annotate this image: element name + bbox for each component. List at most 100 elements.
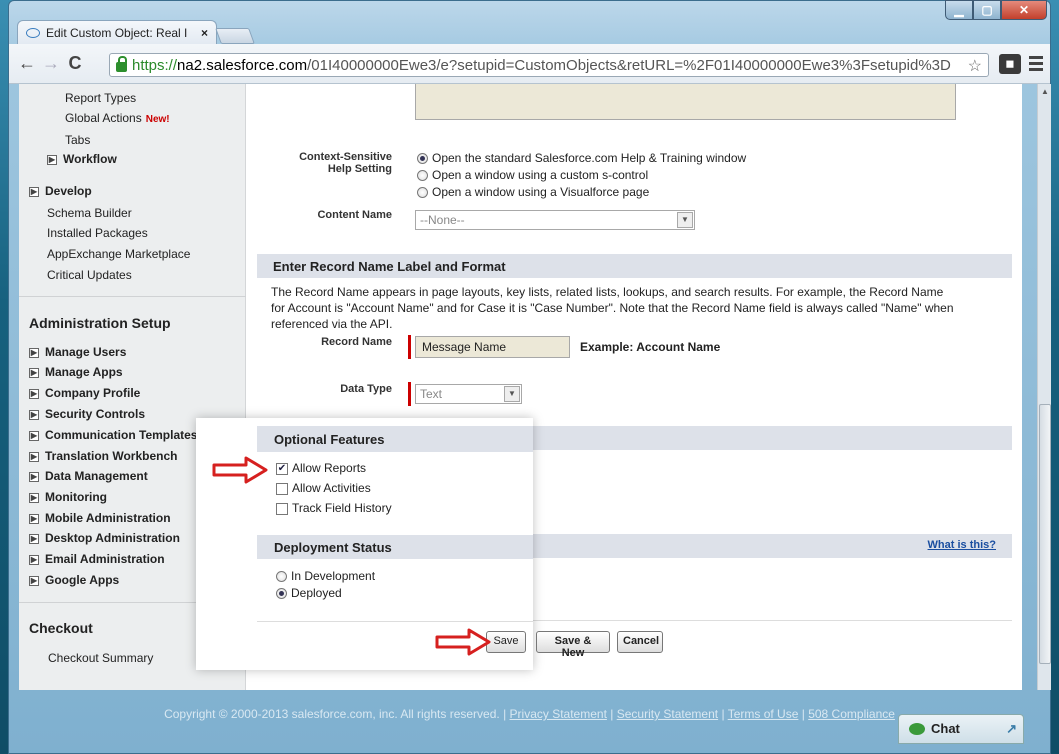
copyright-text: Copyright © 2000-2013 salesforce.com, in… [164, 707, 507, 721]
sidebar-heading-admin: Administration Setup [29, 315, 171, 331]
sidebar-item-report-types[interactable]: Report Types [65, 91, 136, 105]
allow-reports-checkbox[interactable]: ✔ Allow Reports [276, 461, 366, 475]
sidebar-item-manage-users[interactable]: ▶ Manage Users [29, 345, 126, 359]
sidebar-item-label: Desktop Administration [45, 531, 180, 545]
sidebar-item-manage-apps[interactable]: ▶ Manage Apps [29, 365, 123, 379]
expand-icon[interactable]: ▶ [29, 513, 39, 524]
sidebar-item-communication-templates[interactable]: ▶ Communication Templates [29, 428, 197, 442]
record-name-section-header: Enter Record Name Label and Format [257, 254, 1012, 278]
sidebar-item-schema-builder[interactable]: Schema Builder [47, 206, 132, 220]
sidebar-item-email-administration[interactable]: ▶ Email Administration [29, 552, 165, 566]
expand-icon[interactable]: ▶ [29, 533, 39, 544]
help-option-scontrol[interactable]: Open a window using a custom s-control [417, 168, 648, 182]
description-textarea[interactable] [415, 84, 956, 120]
chat-bubble-icon [909, 723, 925, 735]
sidebar-item-label: Report Types [65, 91, 137, 105]
allow-activities-checkbox[interactable]: Allow Activities [276, 481, 371, 495]
checkbox-icon[interactable] [276, 502, 288, 515]
sidebar-item-label: Manage Apps [45, 365, 123, 379]
back-icon[interactable]: ← [15, 53, 39, 74]
radio-icon[interactable] [276, 588, 287, 600]
track-field-history-checkbox[interactable]: Track Field History [276, 501, 392, 515]
tab-close-icon[interactable]: × [201, 26, 208, 40]
window-controls: ▁ ▢ ✕ [945, 0, 1047, 20]
expand-icon[interactable]: ▶ [29, 451, 39, 462]
sidebar-item-installed-packages[interactable]: Installed Packages [47, 226, 148, 240]
sidebar-item-develop[interactable]: ▶ Develop [29, 184, 92, 198]
content-name-select[interactable]: --None-- ▼ [415, 210, 695, 230]
radio-icon[interactable] [276, 571, 287, 583]
sidebar-item-translation-workbench[interactable]: ▶ Translation Workbench [29, 449, 177, 463]
close-window-icon[interactable]: ✕ [1001, 0, 1047, 20]
expand-icon[interactable]: ▶ [47, 154, 57, 165]
sidebar-item-checkout-summary[interactable]: Checkout Summary [48, 651, 153, 665]
radio-icon[interactable] [417, 187, 428, 199]
help-option-standard[interactable]: Open the standard Salesforce.com Help & … [417, 151, 746, 165]
compliance-link[interactable]: 508 Compliance [808, 707, 895, 721]
radio-label: Open a window using a custom s-control [432, 168, 649, 182]
expand-icon[interactable]: ▶ [29, 492, 39, 503]
help-option-visualforce[interactable]: Open a window using a Visualforce page [417, 185, 649, 199]
checkbox-label: Allow Reports [292, 461, 367, 475]
radio-icon[interactable] [417, 153, 428, 165]
address-bar[interactable]: https://na2.salesforce.com/01I40000000Ew… [109, 53, 989, 77]
sidebar-item-label: Workflow [63, 152, 117, 166]
sidebar-item-tabs[interactable]: Tabs [65, 133, 90, 147]
minimize-icon[interactable]: ▁ [945, 0, 973, 20]
save-button[interactable]: Save [486, 631, 526, 653]
sidebar-item-mobile-administration[interactable]: ▶ Mobile Administration [29, 511, 171, 525]
sidebar-item-critical-updates[interactable]: Critical Updates [47, 268, 132, 282]
radio-icon[interactable] [417, 170, 428, 182]
record-description-line: The Record Name appears in page layouts,… [271, 285, 944, 299]
evernote-extension-icon[interactable]: ◼ [999, 54, 1021, 74]
sidebar-item-workflow[interactable]: ▶ Workflow [47, 152, 117, 166]
sidebar-item-google-apps[interactable]: ▶ Google Apps [29, 573, 119, 587]
sidebar-item-global-actions[interactable]: Global Actions New! [65, 111, 170, 125]
expand-icon[interactable]: ▶ [29, 430, 39, 441]
expand-icon[interactable]: ▶ [29, 409, 39, 420]
reload-icon[interactable]: C [63, 53, 87, 74]
privacy-statement-link[interactable]: Privacy Statement [510, 707, 607, 721]
page-scrollbar[interactable]: ▲ [1037, 84, 1051, 690]
in-development-radio[interactable]: In Development [276, 569, 375, 583]
sidebar-item-monitoring[interactable]: ▶ Monitoring [29, 490, 107, 504]
forward-icon[interactable]: → [39, 53, 63, 74]
data-type-select[interactable]: Text ▼ [415, 384, 522, 404]
sidebar-item-desktop-administration[interactable]: ▶ Desktop Administration [29, 531, 180, 545]
content-name-label: Content Name [317, 209, 392, 221]
security-statement-link[interactable]: Security Statement [617, 707, 718, 721]
expand-icon[interactable]: ▶ [29, 367, 39, 378]
url-scheme: https:// [132, 56, 178, 74]
cancel-button[interactable]: Cancel [617, 631, 663, 653]
sidebar-item-company-profile[interactable]: ▶ Company Profile [29, 386, 140, 400]
save-and-new-button[interactable]: Save & New [536, 631, 610, 659]
new-tab-button[interactable] [215, 28, 255, 44]
sidebar-item-data-management[interactable]: ▶ Data Management [29, 469, 148, 483]
checkbox-icon[interactable] [276, 482, 288, 495]
tab-title: Edit Custom Object: Real I [46, 25, 188, 40]
maximize-icon[interactable]: ▢ [973, 0, 1001, 20]
deployed-radio[interactable]: Deployed [276, 586, 342, 600]
expand-arrow-icon[interactable]: ↗ [1006, 721, 1017, 737]
chat-widget[interactable]: Chat ↗ [898, 714, 1024, 744]
record-name-input[interactable]: Message Name [415, 336, 570, 358]
new-badge: New! [145, 114, 170, 125]
expand-icon[interactable]: ▶ [29, 554, 39, 565]
expand-icon[interactable]: ▶ [29, 471, 39, 482]
menu-icon[interactable] [1029, 56, 1043, 74]
sidebar-item-security-controls[interactable]: ▶ Security Controls [29, 407, 145, 421]
expand-icon[interactable]: ▶ [29, 186, 39, 197]
terms-of-use-link[interactable]: Terms of Use [728, 707, 799, 721]
bookmark-star-icon[interactable]: ☆ [968, 56, 982, 76]
browser-tab[interactable]: Edit Custom Object: Real I × [17, 20, 217, 44]
expand-icon[interactable]: ▶ [29, 347, 39, 358]
scrollbar-thumb[interactable] [1039, 404, 1051, 664]
expand-icon[interactable]: ▶ [29, 575, 39, 586]
expand-icon[interactable]: ▶ [29, 388, 39, 399]
url-path: /01I40000000Ewe3/e?setupid=CustomObjects… [307, 56, 951, 74]
radio-label: In Development [291, 569, 376, 583]
what-is-this-link[interactable]: What is this? [928, 539, 996, 551]
scroll-up-icon[interactable]: ▲ [1041, 87, 1049, 96]
sidebar-item-appexchange[interactable]: AppExchange Marketplace [47, 247, 190, 261]
checkbox-checked-icon[interactable]: ✔ [276, 462, 288, 475]
